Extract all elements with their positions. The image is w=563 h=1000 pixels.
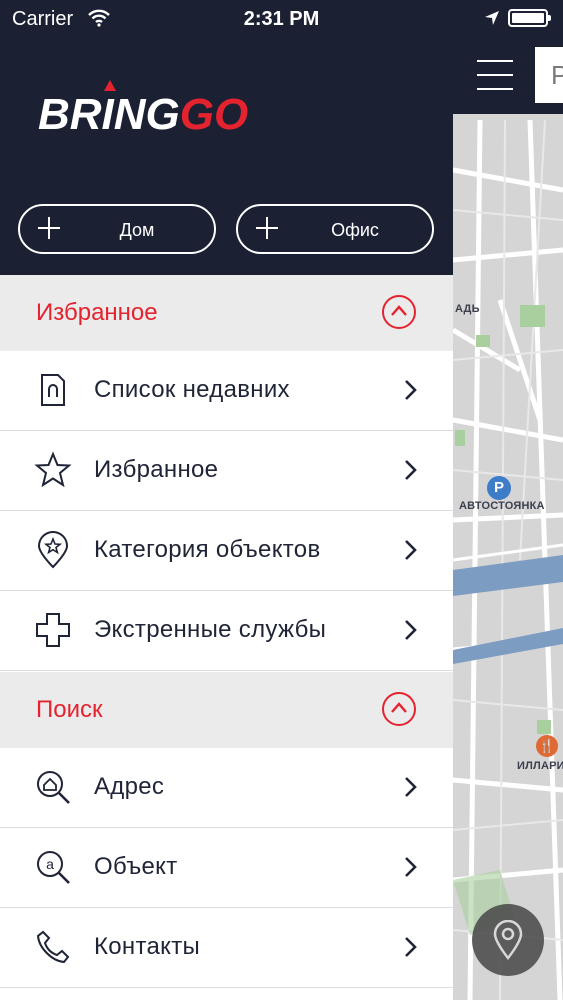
collapse-up-icon[interactable]: [382, 295, 416, 329]
menu-item-object[interactable]: a Объект: [0, 828, 453, 908]
location-pin-icon: [493, 920, 523, 960]
menu-item-label: Адрес: [94, 773, 165, 800]
collapse-up-icon[interactable]: [382, 692, 416, 726]
chevron-right-icon: [405, 540, 417, 560]
map-search-input[interactable]: P: [535, 47, 563, 103]
menu-item-label: Объект: [94, 853, 178, 880]
my-location-button[interactable]: [472, 904, 544, 976]
menu-item-address[interactable]: Адрес: [0, 748, 453, 828]
chevron-right-icon: [405, 380, 417, 400]
menu-icon[interactable]: [473, 56, 517, 94]
logo-primary: BRING: [38, 90, 180, 139]
section-header-favorites[interactable]: Избранное: [0, 275, 453, 351]
emergency-cross-icon: [36, 613, 70, 647]
status-time: 2:31 PM: [243, 8, 320, 30]
home-button[interactable]: Дом: [18, 204, 216, 254]
menu-item-label: Избранное: [94, 456, 219, 483]
map-label: АДЬ: [455, 303, 480, 315]
object-search-icon: a: [37, 851, 70, 884]
battery-icon: [508, 9, 551, 27]
menu-item-contacts[interactable]: Контакты: [0, 908, 453, 988]
drawer-header: BRINGGO Дом Офис: [0, 36, 453, 275]
office-button[interactable]: Офис: [236, 204, 434, 254]
location-services-icon: [485, 11, 499, 25]
chevron-right-icon: [405, 460, 417, 480]
svg-text:a: a: [46, 856, 54, 872]
chevron-right-icon: [405, 620, 417, 640]
menu-item-label: Контакты: [94, 933, 201, 960]
logo-accent: GO: [179, 90, 249, 139]
chevron-right-icon: [405, 857, 417, 877]
parking-marker[interactable]: P: [487, 476, 511, 500]
phone-icon: [36, 930, 70, 964]
menu-item-object-category[interactable]: Категория объектов: [0, 511, 453, 591]
map-label: АВТОСТОЯНКА: [459, 500, 545, 512]
menu-item-label: Список недавних: [94, 376, 290, 403]
menu-item-label: Экстренные службы: [94, 616, 327, 643]
office-label: Офис: [331, 220, 379, 240]
recent-list-icon: [41, 374, 65, 406]
side-drawer: BRINGGO Дом Офис Избранное Список недавн…: [0, 36, 453, 1000]
bringgo-logo: BRINGGO: [38, 90, 248, 140]
star-icon: [34, 451, 72, 488]
plus-icon: [256, 217, 278, 239]
status-bar: Carrier 2:31 PM: [0, 0, 563, 36]
map-label: ИЛЛАРИ: [517, 760, 563, 772]
menu-item-label: Категория объектов: [94, 536, 321, 563]
menu-item-emergency[interactable]: Экстренные службы: [0, 591, 453, 671]
menu-item-recent[interactable]: Список недавних: [0, 351, 453, 431]
plus-icon: [38, 217, 60, 239]
chevron-right-icon: [405, 937, 417, 957]
menu-item-favorites[interactable]: Избранное: [0, 431, 453, 511]
category-pin-icon: [37, 531, 69, 569]
section-title: Поиск: [36, 696, 103, 723]
address-search-icon: [37, 771, 70, 804]
home-label: Дом: [119, 220, 155, 240]
chevron-right-icon: [405, 777, 417, 797]
restaurant-marker-icon[interactable]: 🍴: [536, 735, 558, 757]
section-title: Избранное: [36, 299, 158, 326]
section-header-search[interactable]: Поиск: [0, 672, 453, 748]
